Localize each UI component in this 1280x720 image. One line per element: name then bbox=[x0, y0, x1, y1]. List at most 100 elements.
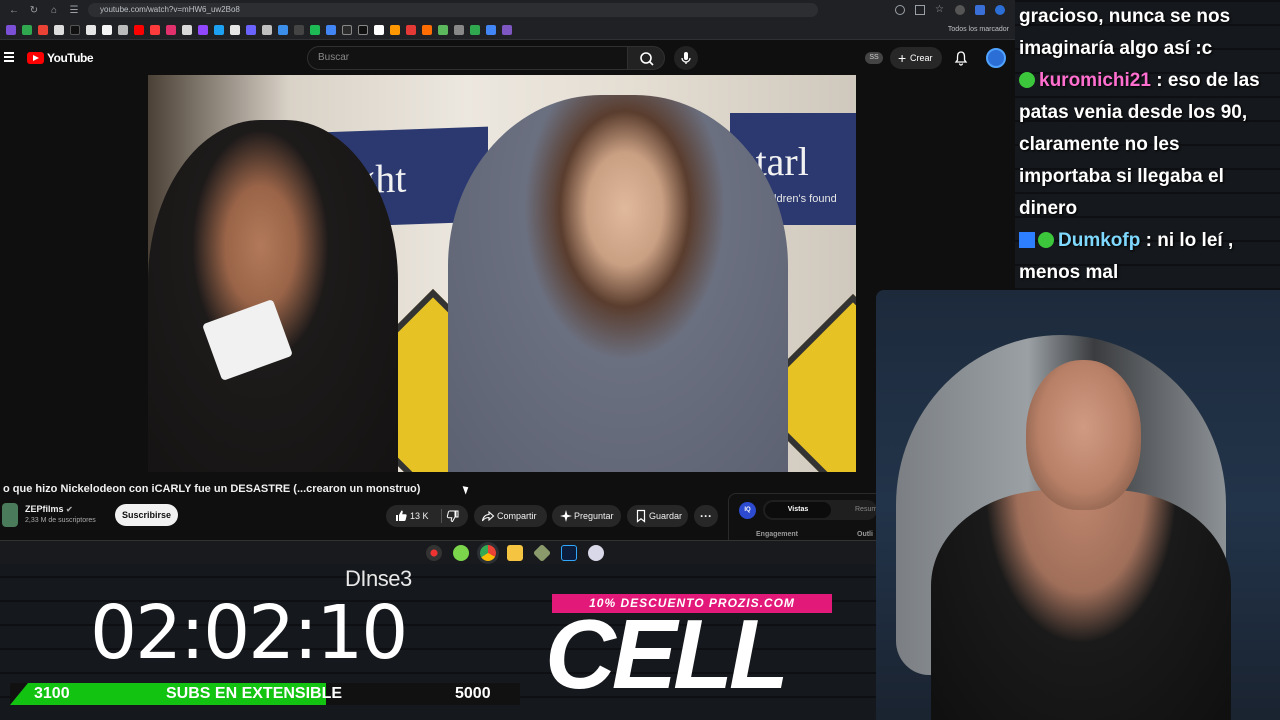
outlier-label: Outli bbox=[857, 531, 873, 538]
streamer-brand: DInse3 bbox=[345, 566, 412, 591]
subs-current: 3100 bbox=[34, 685, 70, 702]
share-label: Compartir bbox=[497, 511, 537, 521]
browser-actions: ☆ bbox=[895, 5, 1015, 15]
channel-name-text: ZEPfilms bbox=[25, 504, 64, 514]
save-label: Guardar bbox=[649, 511, 683, 521]
video-player[interactable]: light starl children's found bbox=[148, 75, 856, 472]
bookmark-icon[interactable] bbox=[486, 24, 496, 35]
address-bar-row: ← ↻ ⌂ ☰ youtube.com/watch?v=mHW6_uw2Bo8 … bbox=[0, 0, 1015, 20]
subs-goal: 5000 bbox=[455, 685, 491, 702]
like-dislike-group: 13 K bbox=[386, 505, 468, 527]
bookmark-icon[interactable] bbox=[406, 24, 416, 35]
taskbar-app-icon[interactable] bbox=[588, 545, 604, 561]
bookmark-icon[interactable] bbox=[54, 24, 64, 35]
bookmark-icon[interactable] bbox=[6, 24, 16, 35]
save-button[interactable]: Guardar bbox=[627, 505, 688, 527]
subscribe-button[interactable]: Suscribirse bbox=[115, 504, 178, 526]
bookmark-icon[interactable] bbox=[310, 24, 320, 35]
webcam-feed bbox=[876, 290, 1280, 720]
bookmark-icon[interactable] bbox=[438, 24, 448, 35]
like-divider bbox=[441, 509, 442, 523]
bookmark-icon[interactable] bbox=[422, 24, 432, 35]
tab-vistas[interactable]: Vistas bbox=[765, 502, 831, 518]
bookmark-icon[interactable] bbox=[390, 24, 400, 35]
engagement-label: Engagement bbox=[756, 531, 799, 538]
thumbs-down-icon[interactable] bbox=[446, 509, 460, 523]
search-button[interactable] bbox=[627, 46, 665, 70]
youtube-logo-text: YouTube bbox=[47, 51, 94, 65]
bookmark-icon[interactable] bbox=[230, 24, 240, 35]
bookmark-icon[interactable] bbox=[278, 24, 288, 35]
chat-text: gracioso, nunca se nos imaginaría algo a… bbox=[1019, 6, 1231, 59]
youtube-header: YouTube Buscar SS + Crear bbox=[0, 40, 1015, 76]
bookmark-icon[interactable] bbox=[70, 24, 80, 35]
bookmark-icon[interactable] bbox=[198, 24, 208, 35]
bookmark-icon[interactable] bbox=[214, 24, 224, 35]
url-field[interactable]: youtube.com/watch?v=mHW6_uw2Bo8 bbox=[88, 3, 818, 17]
chat-badge-icon bbox=[1019, 232, 1035, 248]
photoshop-icon[interactable] bbox=[561, 545, 577, 561]
bookmark-icon[interactable] bbox=[454, 24, 464, 35]
taskbar-app-icon[interactable] bbox=[426, 545, 442, 561]
create-label: Crear bbox=[910, 53, 933, 63]
bookmark-icon[interactable] bbox=[118, 24, 128, 35]
bookmark-icon[interactable] bbox=[326, 24, 336, 35]
youtube-logo[interactable]: YouTube bbox=[27, 51, 94, 65]
vidiq-panel: IQ Vistas Resum Engagement Outli bbox=[728, 493, 878, 540]
like-count[interactable]: 13 K bbox=[410, 505, 429, 527]
sponsor-logo-cell: CELL bbox=[545, 599, 789, 709]
chat-overlay: gracioso, nunca se nos imaginaría algo a… bbox=[1015, 0, 1280, 290]
bookmark-icon[interactable] bbox=[182, 24, 192, 35]
channel-avatar[interactable] bbox=[2, 503, 18, 527]
bookmark-icon[interactable] bbox=[38, 24, 48, 35]
bookmark-icon[interactable] bbox=[358, 24, 368, 35]
all-bookmarks-folder[interactable]: Todos los marcador bbox=[948, 26, 1015, 33]
bookmark-icon[interactable] bbox=[374, 24, 384, 35]
search-input[interactable]: Buscar bbox=[307, 46, 627, 70]
create-button[interactable]: + Crear bbox=[890, 47, 942, 69]
bookmark-icon[interactable] bbox=[134, 24, 144, 35]
bookmark-icon[interactable] bbox=[246, 24, 256, 35]
bookmark-icon[interactable] bbox=[102, 24, 112, 35]
bookmark-icon[interactable] bbox=[262, 24, 272, 35]
browser-window: ← ↻ ⌂ ☰ youtube.com/watch?v=mHW6_uw2Bo8 … bbox=[0, 0, 1015, 540]
channel-name[interactable]: ZEPfilms ✔ bbox=[25, 504, 73, 514]
site-info-icon[interactable]: ☰ bbox=[68, 5, 80, 16]
vidiq-badge[interactable]: IQ bbox=[739, 502, 756, 519]
taskbar-app-icon[interactable] bbox=[532, 543, 552, 563]
bookmark-icon[interactable] bbox=[166, 24, 176, 35]
more-actions-button[interactable]: ··· bbox=[694, 505, 718, 527]
tab-resumen[interactable]: Resum bbox=[855, 500, 877, 520]
home-icon[interactable]: ⌂ bbox=[48, 5, 60, 16]
bookmark-icon[interactable] bbox=[470, 24, 480, 35]
notifications-button[interactable] bbox=[953, 50, 969, 66]
thumbs-up-icon[interactable] bbox=[394, 509, 408, 523]
reload-icon[interactable]: ↻ bbox=[28, 5, 40, 16]
taskbar-app-icon[interactable] bbox=[453, 545, 469, 561]
bookmark-icon[interactable] bbox=[294, 24, 304, 35]
share-page-icon[interactable] bbox=[915, 5, 925, 15]
ss-badge[interactable]: SS bbox=[865, 52, 883, 64]
bookmark-icon[interactable] bbox=[150, 24, 160, 35]
bookmark-icon[interactable] bbox=[342, 24, 352, 35]
menu-icon[interactable] bbox=[4, 52, 14, 62]
bookmark-icon[interactable] bbox=[22, 24, 32, 35]
chrome-icon[interactable] bbox=[480, 545, 496, 561]
chat-username: Dumkofp bbox=[1058, 230, 1141, 251]
folder-icon[interactable] bbox=[507, 545, 523, 561]
bookmark-icon[interactable] bbox=[86, 24, 96, 35]
extension-icon[interactable] bbox=[975, 5, 985, 15]
profile-icon[interactable] bbox=[995, 5, 1005, 15]
extension-icon[interactable] bbox=[955, 5, 965, 15]
bookmark-icon[interactable] bbox=[502, 24, 512, 35]
channel-subscribers: 2,33 M de suscriptores bbox=[25, 517, 96, 524]
streamer-body bbox=[931, 490, 1231, 720]
back-icon[interactable]: ← bbox=[8, 5, 20, 16]
zoom-icon[interactable] bbox=[895, 5, 905, 15]
ask-button[interactable]: Preguntar bbox=[552, 505, 621, 527]
bookmark-star-icon[interactable]: ☆ bbox=[935, 5, 945, 15]
bookmarks-bar: Todos los marcador bbox=[0, 20, 1015, 40]
share-button[interactable]: Compartir bbox=[474, 505, 547, 527]
user-avatar[interactable] bbox=[986, 48, 1006, 68]
voice-search-button[interactable] bbox=[674, 46, 698, 70]
